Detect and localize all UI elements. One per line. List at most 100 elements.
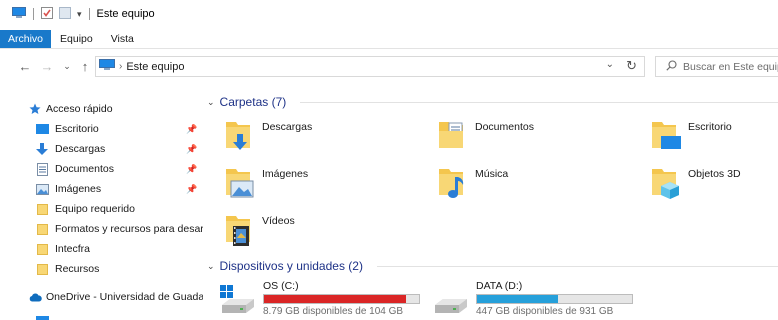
new-folder-icon[interactable] bbox=[59, 6, 71, 22]
sidebar-item-escritorio[interactable]: Escritorio 📌 bbox=[0, 119, 203, 139]
group-title: Dispositivos y unidades (2) bbox=[219, 259, 363, 273]
sidebar-item-label: Documentos bbox=[55, 163, 114, 175]
address-bar[interactable]: › Este equipo ⌄ ↻ bbox=[95, 56, 645, 77]
drive-name: OS (C:) bbox=[263, 280, 299, 292]
search-box[interactable]: Buscar en Este equipo bbox=[655, 56, 778, 77]
ribbon-tabs: Archivo Equipo Vista bbox=[0, 30, 778, 49]
tab-archivo[interactable]: Archivo bbox=[0, 30, 52, 48]
folder-tile-objetos-3d[interactable]: Objetos 3D bbox=[651, 165, 778, 205]
folder-label: Vídeos bbox=[262, 215, 295, 227]
folder-label: Documentos bbox=[475, 121, 534, 133]
drive-tile-c[interactable]: OS (C:) 8.79 GB disponibles de 104 GB bbox=[220, 280, 460, 320]
drive-tile-d[interactable]: DATA (D:) 447 GB disponibles de 931 GB bbox=[433, 280, 673, 320]
sidebar-item-quick-access[interactable]: Acceso rápido bbox=[0, 99, 203, 119]
collapse-chevron-icon[interactable]: ⌄ bbox=[207, 97, 215, 108]
search-input[interactable]: Buscar en Este equipo bbox=[683, 61, 778, 73]
sidebar-item-label: Intecfra bbox=[55, 243, 91, 255]
cloud-icon bbox=[28, 290, 42, 304]
folder-icon bbox=[35, 262, 49, 276]
folder-icon bbox=[35, 202, 49, 216]
title-bar: ▾ Este equipo bbox=[0, 0, 778, 28]
folder-label: Imágenes bbox=[262, 168, 309, 180]
forward-button[interactable]: → bbox=[38, 57, 56, 77]
back-button[interactable]: ← bbox=[16, 57, 34, 77]
drive-usage-fill bbox=[477, 295, 558, 303]
download-arrow-icon bbox=[35, 142, 49, 156]
folder-tile-escritorio[interactable]: Escritorio bbox=[651, 118, 778, 158]
sidebar-item-label: Descargas bbox=[55, 143, 106, 155]
title-separator-2 bbox=[88, 8, 90, 20]
group-divider bbox=[377, 266, 778, 267]
drive-usage-bar bbox=[263, 294, 420, 304]
sidebar-item-intecfra[interactable]: Intecfra bbox=[0, 239, 203, 259]
pictures-folder-icon bbox=[225, 165, 257, 201]
sidebar-item-label: Acceso rápido bbox=[46, 103, 113, 115]
drive-name: DATA (D:) bbox=[476, 280, 523, 292]
folder-label: Escritorio bbox=[688, 121, 732, 133]
folder-icon bbox=[35, 242, 49, 256]
document-icon bbox=[35, 162, 49, 176]
folder-icon bbox=[35, 222, 49, 236]
window-title: Este equipo bbox=[96, 8, 155, 20]
navigation-pane: Acceso rápido Escritorio 📌 Descargas 📌 D… bbox=[0, 95, 203, 320]
sidebar-item-label: Recursos bbox=[55, 263, 100, 275]
recent-locations-button[interactable]: ⌄ bbox=[58, 57, 76, 77]
documents-folder-icon bbox=[438, 118, 470, 154]
customize-toolbar-icon[interactable]: ▾ bbox=[77, 9, 82, 20]
3d-objects-folder-icon bbox=[651, 165, 683, 201]
group-header-drives[interactable]: ⌄ Dispositivos y unidades (2) bbox=[207, 257, 363, 275]
sidebar-item-label: Equipo requerido bbox=[55, 203, 135, 215]
group-divider bbox=[300, 102, 778, 103]
pin-icon[interactable]: 📌 bbox=[186, 184, 197, 195]
tab-equipo[interactable]: Equipo bbox=[51, 30, 102, 48]
pin-icon[interactable]: 📌 bbox=[186, 124, 197, 135]
sidebar-item-documentos[interactable]: Documentos 📌 bbox=[0, 159, 203, 179]
folder-tile-descargas[interactable]: Descargas bbox=[225, 118, 435, 158]
breadcrumb-chevron-icon[interactable]: › bbox=[119, 61, 122, 72]
breadcrumb[interactable]: Este equipo bbox=[126, 61, 184, 73]
sidebar-item-imagenes[interactable]: Imágenes 📌 bbox=[0, 179, 203, 199]
computer-icon bbox=[99, 59, 115, 74]
tab-vista[interactable]: Vista bbox=[102, 30, 143, 48]
star-icon bbox=[28, 102, 42, 116]
videos-folder-icon bbox=[225, 212, 257, 248]
folder-tile-documentos[interactable]: Documentos bbox=[438, 118, 648, 158]
folder-label: Música bbox=[475, 168, 509, 180]
windows-drive-icon bbox=[220, 285, 256, 315]
pictures-icon bbox=[35, 182, 49, 196]
sidebar-item-equipo-requerido[interactable]: Equipo requerido bbox=[0, 199, 203, 219]
desktop-icon bbox=[35, 122, 49, 136]
sidebar-item-label: OneDrive - Universidad de Guadalaj bbox=[46, 291, 203, 303]
collapse-chevron-icon[interactable]: ⌄ bbox=[207, 261, 215, 272]
sidebar-item-label: Imágenes bbox=[55, 183, 102, 195]
downloads-folder-icon bbox=[225, 118, 257, 154]
pin-icon[interactable]: 📌 bbox=[186, 164, 197, 175]
content-pane: ⌄ Carpetas (7) Descargas Documentos Escr… bbox=[205, 93, 778, 320]
properties-icon[interactable] bbox=[41, 6, 53, 22]
sidebar-item-label: Formatos y recursos para desarrol bbox=[55, 223, 203, 235]
navigation-bar: ← → ⌄ ↑ › Este equipo ⌄ ↻ Buscar en Este… bbox=[0, 53, 778, 80]
pin-icon[interactable]: 📌 bbox=[186, 144, 197, 155]
computer-icon[interactable] bbox=[12, 6, 26, 22]
sidebar-item-descargas[interactable]: Descargas 📌 bbox=[0, 139, 203, 159]
title-separator bbox=[33, 8, 34, 20]
drive-usage-bar bbox=[476, 294, 633, 304]
refresh-icon[interactable]: ↻ bbox=[626, 58, 637, 74]
folder-tile-musica[interactable]: Música bbox=[438, 165, 648, 205]
search-icon bbox=[666, 59, 677, 74]
folder-tile-videos[interactable]: Vídeos bbox=[225, 212, 435, 252]
sidebar-item-este-equipo[interactable] bbox=[0, 311, 203, 320]
group-title: Carpetas (7) bbox=[219, 95, 287, 109]
sidebar-item-formatos[interactable]: Formatos y recursos para desarrol bbox=[0, 219, 203, 239]
sidebar-item-label: Escritorio bbox=[55, 123, 99, 135]
sidebar-item-onedrive[interactable]: OneDrive - Universidad de Guadalaj bbox=[0, 287, 203, 307]
drive-free-space: 447 GB disponibles de 931 GB bbox=[476, 306, 614, 317]
group-header-folders[interactable]: ⌄ Carpetas (7) bbox=[207, 93, 286, 111]
up-button[interactable]: ↑ bbox=[76, 57, 94, 77]
address-dropdown-icon[interactable]: ⌄ bbox=[606, 59, 614, 70]
drive-usage-fill bbox=[264, 295, 406, 303]
sidebar-item-recursos[interactable]: Recursos bbox=[0, 259, 203, 279]
folder-label: Descargas bbox=[262, 121, 313, 133]
folder-tile-imagenes[interactable]: Imágenes bbox=[225, 165, 435, 205]
drive-free-space: 8.79 GB disponibles de 104 GB bbox=[263, 306, 404, 317]
